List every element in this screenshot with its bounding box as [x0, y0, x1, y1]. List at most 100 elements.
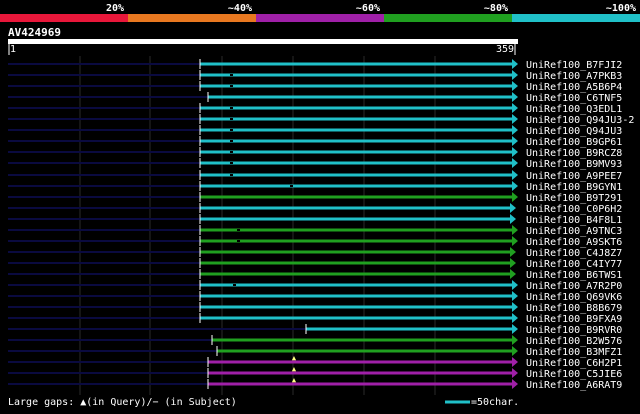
hit-row[interactable]: UniRef100_B7FJI2: [8, 59, 622, 71]
hit-label[interactable]: UniRef100_A9TNC3: [526, 226, 622, 237]
hit-label[interactable]: UniRef100_B9GYN1: [526, 182, 622, 193]
hit-label[interactable]: UniRef100_B6TWS1: [526, 270, 622, 281]
alignment-end-arrow-icon: [510, 203, 516, 213]
hit-label[interactable]: UniRef100_A6RAT9: [526, 380, 622, 391]
alignment-end-arrow-icon: [512, 225, 518, 235]
hit-row[interactable]: UniRef100_A9SKT6: [8, 236, 622, 248]
hit-row[interactable]: UniRef100_Q3EDL1: [8, 103, 622, 115]
hit-row[interactable]: UniRef100_B9FXA9: [8, 313, 622, 325]
hit-label[interactable]: UniRef100_A9SKT6: [526, 237, 622, 248]
hit-row[interactable]: UniRef100_B9MV93: [8, 158, 622, 170]
alignment-end-arrow-icon: [510, 247, 516, 257]
hit-row[interactable]: UniRef100_A9PEE7: [8, 170, 622, 182]
legend-label-3: ~60%: [356, 3, 380, 14]
subject-gap-mark: [230, 74, 233, 76]
hit-label[interactable]: UniRef100_B9MV93: [526, 159, 622, 170]
hit-label[interactable]: UniRef100_A5B6P4: [526, 82, 622, 93]
hit-row[interactable]: UniRef100_Q94JU3: [8, 125, 622, 137]
legend-label-4: ~80%: [484, 3, 508, 14]
hit-row[interactable]: UniRef100_C0P6H2: [8, 203, 622, 215]
alignment-end-arrow-icon: [512, 192, 518, 202]
alignment-end-arrow-icon: [510, 214, 516, 224]
hit-label[interactable]: UniRef100_C5JIE6: [526, 369, 622, 380]
hit-label[interactable]: UniRef100_Q94JU3-2: [526, 115, 634, 126]
hit-label[interactable]: UniRef100_B4F8L1: [526, 215, 622, 226]
hit-row[interactable]: UniRef100_A5B6P4: [8, 81, 622, 93]
hit-row[interactable]: UniRef100_A7R2P0: [8, 280, 622, 292]
alignment-end-arrow-icon: [512, 81, 518, 91]
subject-gap-mark: [230, 174, 233, 176]
alignment-end-arrow-icon: [512, 181, 518, 191]
legend-label-1: 20%: [106, 3, 124, 14]
alignment-end-arrow-icon: [512, 291, 518, 301]
hit-label[interactable]: UniRef100_A9PEE7: [526, 171, 622, 182]
legend-label-2: ~40%: [228, 3, 252, 14]
hit-label[interactable]: UniRef100_C6TNF5: [526, 93, 622, 104]
hit-row[interactable]: UniRef100_B4F8L1: [8, 214, 622, 226]
hit-row[interactable]: UniRef100_B9RCZ8: [8, 147, 622, 159]
alignment-end-arrow-icon: [512, 59, 518, 69]
subject-gap-mark: [237, 240, 240, 242]
hit-row[interactable]: UniRef100_Q94JU3-2: [8, 114, 634, 126]
legend-swatch-3: [256, 14, 384, 22]
hit-row[interactable]: UniRef100_B9GYN1: [8, 181, 622, 193]
alignment-end-arrow-icon: [512, 236, 518, 246]
alignment-end-arrow-icon: [512, 346, 518, 356]
hit-row[interactable]: UniRef100_B6TWS1: [8, 269, 622, 281]
alignment-end-arrow-icon: [512, 368, 518, 378]
alignment-end-arrow-icon: [512, 114, 518, 124]
hit-label[interactable]: UniRef100_B9RVR0: [526, 325, 622, 336]
alignment-end-arrow-icon: [512, 147, 518, 157]
hit-label[interactable]: UniRef100_B9RCZ8: [526, 148, 622, 159]
subject-gap-mark: [230, 129, 233, 131]
subject-gap-mark: [290, 185, 293, 187]
hit-label[interactable]: UniRef100_A7R2P0: [526, 281, 622, 292]
hit-row[interactable]: UniRef100_B9T291: [8, 192, 622, 204]
hit-label[interactable]: UniRef100_B3MFZ1: [526, 347, 622, 358]
hit-row[interactable]: UniRef100_Q69VK6: [8, 291, 622, 303]
hit-label[interactable]: UniRef100_Q69VK6: [526, 292, 622, 303]
alignment-end-arrow-icon: [512, 280, 518, 290]
hit-label[interactable]: UniRef100_B8B679: [526, 303, 622, 314]
hit-label[interactable]: UniRef100_B9GP61: [526, 137, 622, 148]
scale-label: =50char.: [471, 397, 519, 408]
hit-row[interactable]: UniRef100_B9RVR0: [8, 324, 622, 336]
hit-label[interactable]: UniRef100_Q94JU3: [526, 126, 622, 137]
hit-row[interactable]: UniRef100_B8B679: [8, 302, 622, 314]
subject-gap-mark: [233, 284, 236, 286]
alignment-end-arrow-icon: [512, 379, 518, 389]
hit-label[interactable]: UniRef100_C4J8Z7: [526, 248, 622, 259]
alignment-end-arrow-icon: [512, 158, 518, 168]
hit-row[interactable]: UniRef100_B9GP61: [8, 136, 622, 148]
hit-label[interactable]: UniRef100_C0P6H2: [526, 204, 622, 215]
alignment-svg: 20% ~40% ~60% ~80% ~100% AV424969 1 359 UniR…: [0, 3, 640, 408]
hit-label[interactable]: UniRef100_B2W576: [526, 336, 622, 347]
hit-row[interactable]: UniRef100_C4J8Z7: [8, 247, 622, 259]
alignment-end-arrow-icon: [512, 103, 518, 113]
hit-label[interactable]: UniRef100_A7PKB3: [526, 71, 622, 82]
identity-legend: 20% ~40% ~60% ~80% ~100%: [0, 3, 640, 22]
hit-label[interactable]: UniRef100_B9T291: [526, 193, 622, 204]
hit-row[interactable]: UniRef100_A9TNC3: [8, 225, 622, 237]
alignment-end-arrow-icon: [510, 269, 516, 279]
hit-label[interactable]: UniRef100_C6H2P1: [526, 358, 622, 369]
hit-label[interactable]: UniRef100_Q3EDL1: [526, 104, 622, 115]
legend-swatch-5: [512, 14, 640, 22]
subject-gap-mark: [237, 229, 240, 231]
query-start: 1: [10, 44, 16, 55]
alignment-end-arrow-icon: [512, 170, 518, 180]
hit-row[interactable]: UniRef100_B3MFZ1: [8, 346, 622, 358]
hit-row[interactable]: UniRef100_C6TNF5: [8, 92, 622, 104]
legend-swatch-1: [0, 14, 128, 22]
alignment-end-arrow-icon: [512, 92, 518, 102]
hit-row[interactable]: UniRef100_C4IY77: [8, 258, 622, 270]
subject-gap-mark: [230, 118, 233, 120]
hit-row[interactable]: UniRef100_A7PKB3: [8, 70, 622, 82]
alignment-end-arrow-icon: [512, 357, 518, 367]
alignment-end-arrow-icon: [512, 313, 518, 323]
hit-label[interactable]: UniRef100_C4IY77: [526, 259, 622, 270]
hit-label[interactable]: UniRef100_B9FXA9: [526, 314, 622, 325]
hit-label[interactable]: UniRef100_B7FJI2: [526, 60, 622, 71]
hit-row[interactable]: UniRef100_B2W576: [8, 335, 622, 347]
hit-list: UniRef100_B7FJI2UniRef100_A7PKB3UniRef10…: [8, 59, 634, 391]
